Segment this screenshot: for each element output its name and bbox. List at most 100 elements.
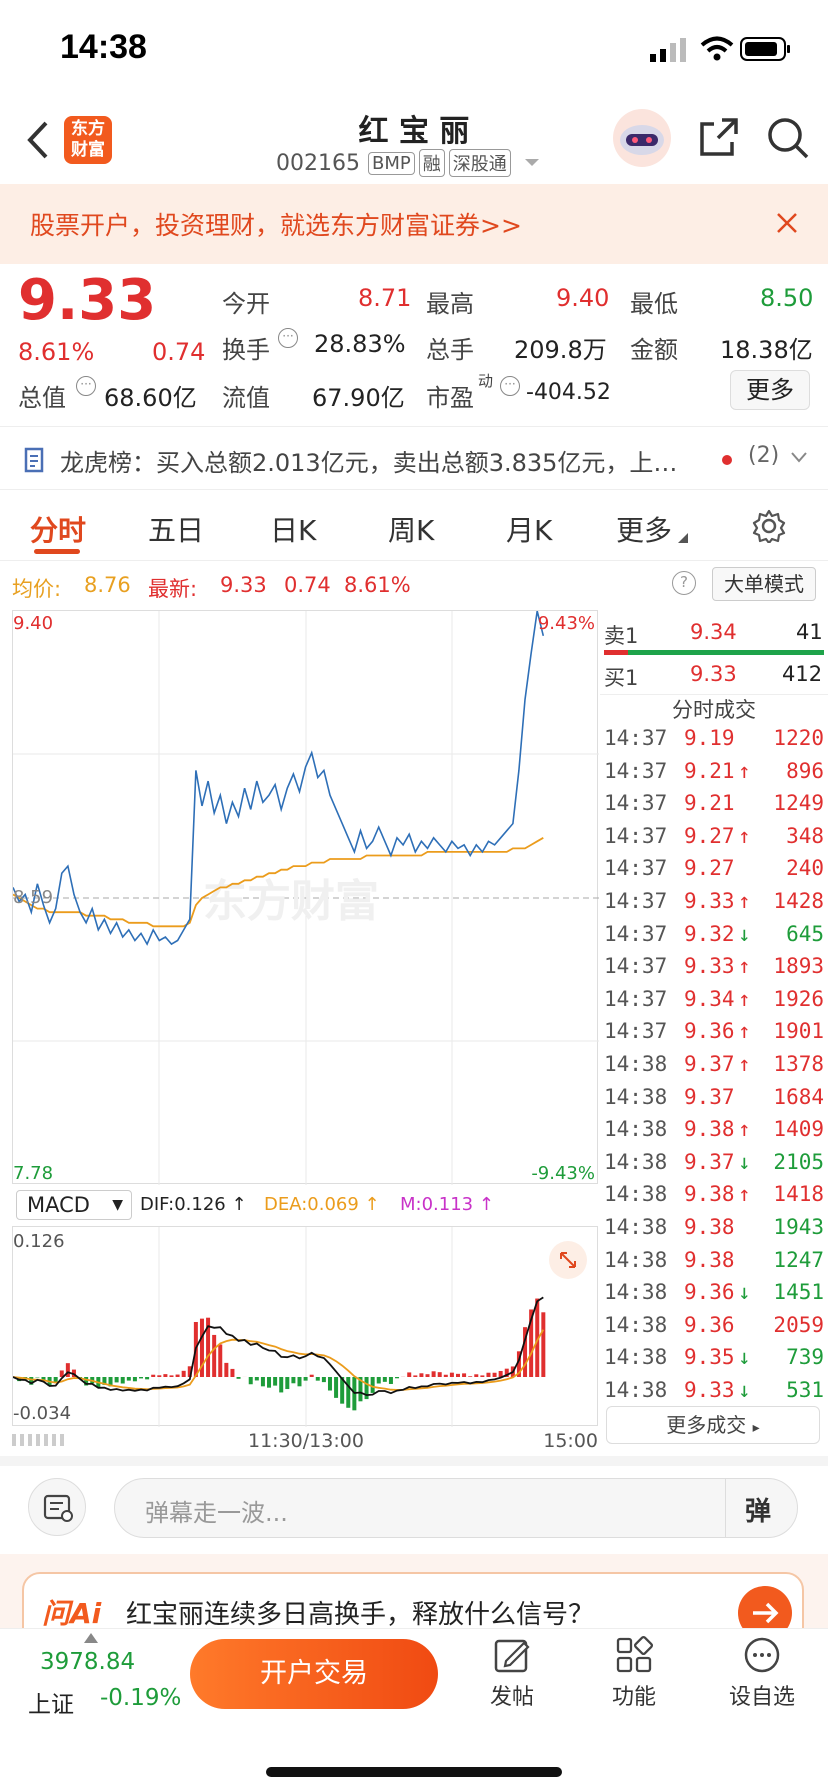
add-watchlist-button[interactable]: 设自选 (722, 1635, 802, 1725)
signal-icon (650, 38, 686, 62)
trade-volume: 645 (786, 921, 824, 946)
expand-button[interactable] (549, 1241, 587, 1279)
trade-volume: 1451 (773, 1280, 824, 1305)
index-value[interactable]: 3978.84 (40, 1649, 135, 1675)
trade-time: 14:38 (604, 1215, 668, 1239)
macd-bar (334, 1377, 339, 1398)
avg-value: 8.76 (84, 573, 131, 597)
robot-avatar-icon[interactable] (612, 108, 672, 168)
trade-price: 9.19 (684, 726, 735, 750)
tab-day-k[interactable]: 日K (270, 509, 316, 549)
trade-volume: 1247 (773, 1247, 824, 1272)
settings-gear-icon[interactable] (752, 509, 786, 543)
macd-bar (285, 1377, 290, 1390)
danmaku-send-button[interactable]: 弹 (745, 1491, 771, 1528)
macd-bar (468, 1376, 473, 1377)
high-label: 最高 (426, 290, 474, 318)
macd-bar (163, 1374, 168, 1377)
wifi-icon (700, 36, 734, 61)
stock-code-row[interactable]: 002165 BMP 融 深股通 (276, 148, 541, 178)
macd-bar (303, 1377, 308, 1381)
trade-direction: ↑ (738, 823, 751, 848)
trade-direction: ↑ (738, 889, 751, 913)
dragon-tiger-count: (2) (748, 443, 780, 468)
functions-button[interactable]: 功能 (594, 1635, 674, 1725)
close-icon[interactable] (776, 212, 798, 234)
trade-row: 14:37 9.21 1249 (604, 787, 824, 819)
tab-5day[interactable]: 五日 (148, 509, 204, 549)
trade-volume: 348 (786, 823, 824, 848)
price-info-line: 均价: 8.76 最新: 9.33 0.74 8.61% ? 大单模式 (0, 565, 828, 605)
trade-direction: ↑ (738, 1117, 751, 1142)
open-account-trade-button[interactable]: 开户交易 (190, 1639, 438, 1709)
macd-bar (157, 1375, 162, 1377)
input-divider (725, 1479, 726, 1537)
trade-direction: ↓ (738, 1149, 751, 1174)
index-percent: -0.19% (100, 1685, 182, 1711)
trade-volume: 1409 (773, 1117, 824, 1142)
macd-bar (273, 1377, 278, 1386)
macd-bar (181, 1370, 186, 1377)
tab-more[interactable]: 更多 (616, 509, 672, 549)
dragon-tiger-bar[interactable]: 龙虎榜：买入总额2.013亿元，卖出总额3.835亿元，上… (2) (0, 426, 828, 490)
intraday-chart[interactable]: 东方财富 9.40 9.43% 8.59 7.78 -9.43% (12, 610, 599, 1185)
promo-banner[interactable]: 股票开户，投资理财，就选东方财富证券>> (0, 184, 828, 264)
trade-row: 14:37 9.36 ↑ 1901 (604, 1015, 824, 1047)
trade-row: 14:38 9.37 ↑ 1378 (604, 1048, 824, 1080)
big-order-mode-button[interactable]: 大单模式 (712, 567, 816, 601)
danmaku-settings-button[interactable] (28, 1478, 86, 1536)
macd-chart[interactable]: 0.126 -0.034 (12, 1226, 598, 1427)
amount-value: 18.38亿 (720, 336, 813, 364)
trade-direction: ↑ (738, 758, 751, 783)
trade-time: 14:37 (604, 823, 668, 848)
macd-bar (437, 1372, 442, 1377)
tab-intraday[interactable]: 分时 (30, 509, 86, 549)
trade-row: 14:38 9.38 1247 (604, 1244, 824, 1276)
more-trades-button[interactable]: 更多成交 ▸ (606, 1406, 820, 1444)
trade-time: 14:38 (604, 1312, 668, 1337)
intraday-svg: 东方财富 (13, 611, 599, 1185)
trade-direction: ↑ (738, 986, 751, 1011)
askai-question: 红宝丽连续多日高换手，释放什么信号？ (126, 1600, 595, 1630)
post-button[interactable]: 发帖 (472, 1635, 552, 1725)
danmaku-input[interactable]: 弹幕走一波... 弹 (114, 1478, 798, 1538)
document-icon (24, 447, 44, 473)
info-dots-icon[interactable]: ··· (500, 376, 520, 396)
macd-bottom-label: -0.034 (13, 1403, 72, 1424)
bid-label: 买1 (604, 666, 639, 690)
trade-price: 9.27 (684, 823, 735, 848)
macd-bar (254, 1377, 259, 1381)
macd-bar (413, 1375, 418, 1377)
more-trades-label: 更多成交 (666, 1413, 747, 1437)
help-icon[interactable]: ? (672, 571, 696, 595)
caret-down-icon (524, 159, 539, 166)
trade-time: 14:38 (604, 1378, 668, 1402)
macd-bar (120, 1377, 125, 1384)
high-value: 9.40 (556, 284, 610, 312)
m-value: M:0.113 ↑ (400, 1194, 494, 1215)
more-button[interactable]: 更多 (730, 370, 810, 410)
trades-title: 分时成交 (672, 698, 756, 722)
macd-bar (145, 1377, 150, 1380)
status-bar: 14:38 (0, 0, 828, 100)
tab-week-k[interactable]: 周K (388, 509, 434, 549)
danmaku-placeholder: 弹幕走一波... (145, 1499, 288, 1527)
macd-bar (327, 1377, 332, 1391)
ask-label: 卖1 (604, 624, 639, 648)
info-dots-icon[interactable]: ··· (76, 376, 96, 396)
trade-volume: 1943 (773, 1215, 824, 1239)
macd-top-label: 0.126 (13, 1231, 65, 1252)
info-dots-icon[interactable]: ··· (278, 328, 298, 348)
search-icon[interactable] (766, 116, 810, 160)
share-icon[interactable] (698, 116, 740, 158)
functions-label: 功能 (611, 1685, 656, 1710)
trade-price: 9.34 (684, 986, 735, 1011)
trade-time: 14:38 (604, 1052, 668, 1076)
macd-bar (541, 1312, 546, 1377)
trade-direction: ↑ (738, 1182, 751, 1207)
chevron-down-icon (791, 452, 807, 463)
latest-percent: 8.61% (344, 573, 411, 597)
indicator-select[interactable]: MACD ▼ (16, 1190, 132, 1220)
mktcap-value: 68.60亿 (104, 384, 197, 412)
tab-month-k[interactable]: 月K (506, 509, 552, 549)
